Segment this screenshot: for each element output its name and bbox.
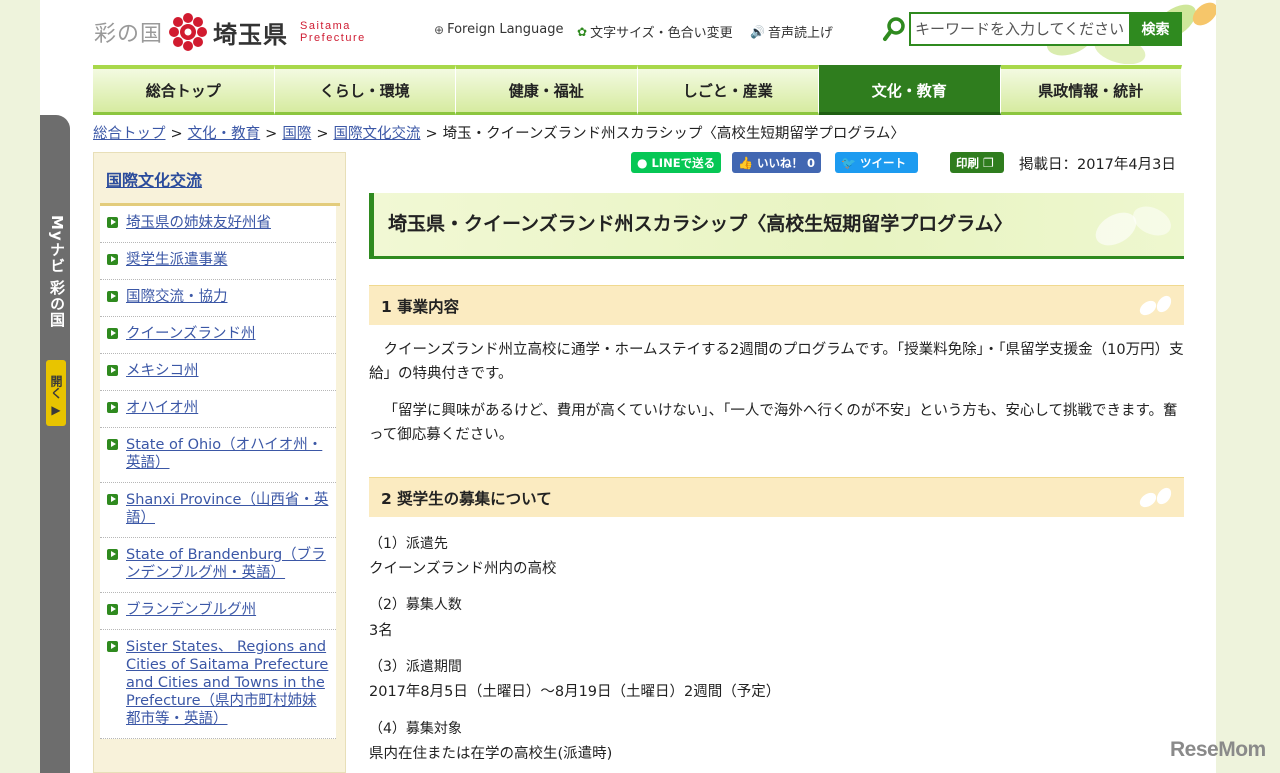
logo-saitama-ken: 埼玉県 bbox=[213, 20, 289, 49]
item-label: （3）派遣期間 bbox=[369, 659, 462, 675]
sidebar-item[interactable]: 埼玉県の姉妹友好州省 bbox=[100, 206, 336, 243]
section-heading: 1 事業内容 bbox=[381, 298, 460, 316]
mynavi-open-button[interactable]: 開く ▶ bbox=[46, 360, 66, 426]
text-size-color-label: 文字サイズ・色合い変更 bbox=[590, 26, 733, 41]
arrow-bullet-icon bbox=[107, 549, 118, 560]
print-button[interactable]: 印刷 ❐ bbox=[950, 152, 1004, 173]
read-aloud-link[interactable]: 🔊 音声読上げ bbox=[750, 22, 833, 42]
item-value: クイーンズランド州内の高校 bbox=[369, 561, 557, 577]
section1-paragraph2: 「留学に興味があるけど、費用が高くていけない」、「一人で海外へ行くのが不安」とい… bbox=[369, 403, 1178, 443]
nav-item-life[interactable]: くらし・環境 bbox=[274, 65, 456, 115]
page-background-left bbox=[0, 0, 40, 773]
section1-paragraph1: クイーンズランド州立高校に通学・ホームステイする2週間のプログラムです。「授業料… bbox=[369, 342, 1184, 382]
mynavi-tab[interactable] bbox=[40, 115, 70, 773]
foreign-language-label: Foreign Language bbox=[447, 22, 564, 37]
read-aloud-label: 音声読上げ bbox=[767, 26, 833, 41]
arrow-bullet-icon bbox=[107, 365, 118, 376]
logo-english: Saitama Prefecture bbox=[300, 20, 366, 44]
arrow-bullet-icon bbox=[107, 402, 118, 413]
sidebar-item[interactable]: 国際交流・協力 bbox=[100, 280, 336, 317]
facebook-like-button[interactable]: 👍 いいね！ 0 bbox=[732, 152, 821, 173]
page-title: 埼玉県・クイーンズランド州スカラシップ〈高校生短期留学プログラム〉 bbox=[388, 213, 1013, 235]
breadcrumb-link-top[interactable]: 総合トップ bbox=[93, 126, 166, 142]
like-count: 0 bbox=[806, 155, 815, 170]
sidebar-list: 埼玉県の姉妹友好州省 奨学生派遣事業 国際交流・協力 クイーンズランド州 メキシ… bbox=[100, 206, 336, 739]
arrow-bullet-icon bbox=[107, 641, 118, 652]
page-background-right bbox=[1216, 0, 1280, 773]
page-title-box: 埼玉県・クイーンズランド州スカラシップ〈高校生短期留学プログラム〉 bbox=[369, 193, 1184, 259]
breadcrumb-link-exchange[interactable]: 国際文化交流 bbox=[333, 126, 420, 142]
tweet-button[interactable]: 🐦 ツイート bbox=[835, 152, 918, 173]
breadcrumb-current: 埼玉・クイーンズランド州スカラシップ〈高校生短期留学プログラム〉 bbox=[442, 126, 905, 142]
nav-item-health[interactable]: 健康・福祉 bbox=[456, 65, 638, 115]
print-window-icon: ❐ bbox=[983, 155, 994, 170]
section-heading-box: 1 事業内容 bbox=[369, 285, 1184, 325]
leaf-decoration-icon bbox=[1139, 487, 1172, 508]
search-icon bbox=[883, 17, 905, 41]
item-value: 県内在住または在学の高校生(派遣時) bbox=[369, 746, 613, 762]
nav-item-government[interactable]: 県政情報・統計 bbox=[1000, 65, 1182, 115]
logo-english-line1: Saitama bbox=[300, 20, 351, 32]
breadcrumb: 総合トップ > 文化・教育 > 国際 > 国際文化交流 > 埼玉・クイーンズランド州スカラシップ… bbox=[93, 126, 905, 142]
thumbs-up-icon: 👍 bbox=[738, 155, 753, 170]
gear-icon: ✿ bbox=[577, 24, 588, 39]
sidebar-item[interactable]: State of Brandenburg（ブランデンブルグ州・英語） bbox=[100, 538, 336, 593]
global-nav: 総合トップ くらし・環境 健康・福祉 しごと・産業 文化・教育 県政情報・統計 bbox=[93, 65, 1182, 115]
nav-item-top[interactable]: 総合トップ bbox=[93, 65, 275, 115]
section-heading-box: 2 奨学生の募集について bbox=[369, 477, 1184, 517]
sidebar-item[interactable]: オハイオ州 bbox=[100, 391, 336, 428]
arrow-bullet-icon bbox=[107, 604, 118, 615]
logo-sainokuni: 彩の国 bbox=[94, 22, 164, 47]
globe-icon: ⊕ bbox=[434, 22, 445, 37]
sidebar-item[interactable]: メキシコ州 bbox=[100, 354, 336, 391]
item-label: （1）派遣先 bbox=[369, 536, 448, 552]
line-icon: ● bbox=[637, 155, 648, 170]
sidebar-item[interactable]: ブランデンブルグ州 bbox=[100, 593, 336, 630]
sidebar: 国際文化交流 埼玉県の姉妹友好州省 奨学生派遣事業 国際交流・協力 クイーンズラ… bbox=[93, 152, 346, 773]
text-size-color-link[interactable]: ✿ 文字サイズ・色合い変更 bbox=[577, 22, 733, 42]
item-value: 3名 bbox=[369, 623, 393, 639]
search-input[interactable] bbox=[909, 12, 1131, 46]
arrow-bullet-icon bbox=[107, 328, 118, 339]
mynavi-label: Myナビ 彩の国 bbox=[48, 215, 66, 328]
section-heading: 2 奨学生の募集について bbox=[381, 490, 552, 508]
item-value: 2017年8月5日（土曜日）～8月19日（土曜日）2週間（予定） bbox=[369, 684, 781, 700]
breadcrumb-link-international[interactable]: 国際 bbox=[282, 126, 311, 142]
speaker-icon: 🔊 bbox=[750, 24, 765, 39]
arrow-bullet-icon bbox=[107, 439, 118, 450]
item-label: （2）募集人数 bbox=[369, 597, 462, 613]
search-button[interactable]: 検索 bbox=[1129, 12, 1182, 46]
nav-item-work[interactable]: しごと・産業 bbox=[637, 65, 819, 115]
sidebar-item[interactable]: Shanxi Province（山西省・英語） bbox=[100, 483, 336, 538]
foreign-language-link[interactable]: ⊕ Foreign Language bbox=[434, 22, 563, 37]
arrow-bullet-icon bbox=[107, 217, 118, 228]
arrow-bullet-icon bbox=[107, 494, 118, 505]
arrow-bullet-icon bbox=[107, 254, 118, 265]
logo-english-line2: Prefecture bbox=[300, 32, 366, 44]
resemom-watermark: ReseMom bbox=[1170, 738, 1266, 761]
leaf-decoration-icon bbox=[1095, 206, 1171, 246]
line-share-button[interactable]: ● LINEで送る bbox=[631, 152, 722, 173]
twitter-bird-icon: 🐦 bbox=[841, 155, 856, 170]
breadcrumb-link-culture[interactable]: 文化・教育 bbox=[188, 126, 261, 142]
item-label: （4）募集対象 bbox=[369, 721, 462, 737]
saitama-emblem-icon bbox=[169, 13, 208, 51]
sidebar-item[interactable]: 奨学生派遣事業 bbox=[100, 243, 336, 280]
leaf-decoration-icon bbox=[1139, 295, 1172, 316]
published-date: 掲載日：2017年4月3日 bbox=[1019, 157, 1176, 173]
sidebar-item[interactable]: State of Ohio（オハイオ州・英語） bbox=[100, 428, 336, 483]
site-logo[interactable]: 彩の国 埼玉県 Saitama Prefecture bbox=[94, 12, 366, 52]
sidebar-item[interactable]: クイーンズランド州 bbox=[100, 317, 336, 354]
arrow-bullet-icon bbox=[107, 291, 118, 302]
sidebar-title[interactable]: 国際文化交流 bbox=[106, 167, 202, 191]
sidebar-item[interactable]: Sister States、 Regions and Cities of Sai… bbox=[100, 630, 336, 739]
nav-item-culture[interactable]: 文化・教育 bbox=[819, 65, 1001, 115]
